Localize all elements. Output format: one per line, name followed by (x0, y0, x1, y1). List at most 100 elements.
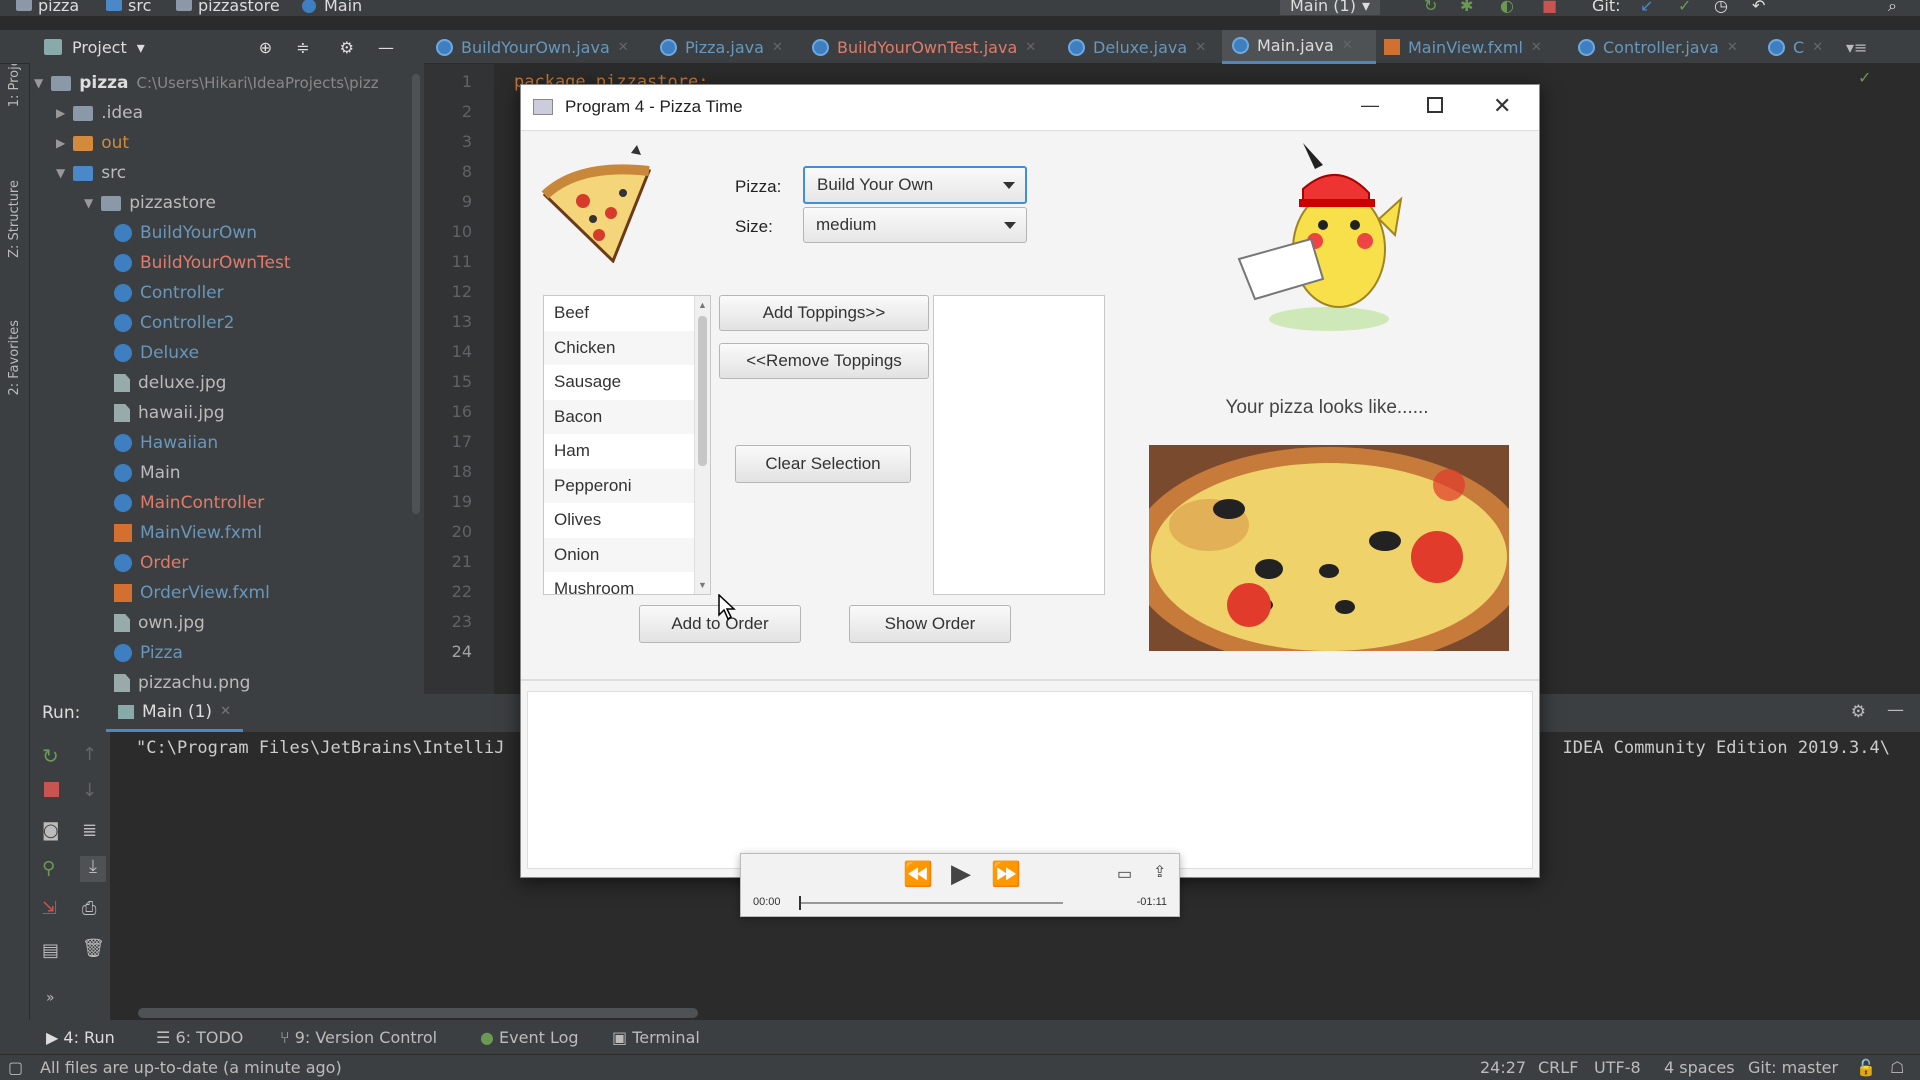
chevron-right-icon[interactable]: ▶ (56, 106, 65, 120)
chevron-down-icon[interactable]: ▾ (137, 38, 145, 57)
close-icon[interactable]: ✕ (1025, 40, 1036, 55)
tree-root-pizza[interactable]: ▼ pizza C:\Users\Hikari\IdeaProjects\pizz (34, 68, 379, 98)
coverage-icon[interactable]: ◐ (1500, 0, 1514, 15)
event-log-tool-button[interactable]: ● Event Log (480, 1028, 579, 1047)
tree-item-own-jpg[interactable]: own.jpg (114, 608, 205, 638)
close-icon[interactable]: ✕ (1727, 40, 1738, 55)
tree-item--idea[interactable]: ▶ .idea (56, 98, 143, 128)
hide-icon[interactable]: — (1887, 700, 1904, 720)
topping-item[interactable]: Chicken (544, 330, 694, 365)
close-icon[interactable]: ✕ (618, 40, 629, 55)
print-icon[interactable]: ⎙ (82, 898, 96, 919)
restore-layout-icon[interactable]: ⚲ (42, 858, 55, 879)
structure-tool-button[interactable]: Z: Structure (7, 180, 22, 258)
breadcrumb-item[interactable]: pizzastore (176, 0, 280, 15)
version-control-tool-button[interactable]: ⑂ 9: Version Control (280, 1028, 437, 1047)
stop-icon[interactable]: ■ (1542, 0, 1557, 15)
close-icon[interactable]: ✕ (1195, 40, 1206, 55)
breadcrumb-item[interactable]: pizza (16, 0, 79, 15)
minimize-icon[interactable]: — (1361, 95, 1379, 116)
topping-item[interactable]: Onion (544, 537, 694, 572)
share-icon[interactable]: ⇪ (1153, 862, 1166, 882)
tree-item-buildyourowntest[interactable]: BuildYourOwnTest (114, 248, 291, 278)
tab-buildyourown-java[interactable]: BuildYourOwn.java ✕ (434, 30, 648, 64)
build-icon[interactable]: ↻ (1424, 0, 1437, 15)
tree-item-controller[interactable]: Controller (114, 278, 224, 308)
tree-item-mainview-fxml[interactable]: MainView.fxml (114, 518, 262, 548)
exit-icon[interactable]: ⇲ (42, 898, 57, 919)
tab-pizza-java[interactable]: Pizza.java ✕ (660, 30, 806, 64)
topping-item[interactable]: Sausage (544, 365, 694, 400)
trash-icon[interactable]: 🗑 (82, 938, 105, 959)
topping-item[interactable]: Mushroom (544, 572, 694, 594)
play-icon[interactable]: ▶ (951, 858, 971, 889)
run-config-select[interactable]: Main (1) ▾ (1280, 0, 1380, 15)
fast-forward-icon[interactable]: ⏩ (991, 860, 1021, 889)
tab-mainview-fxml[interactable]: MainView.fxml ✕ (1384, 30, 1552, 64)
show-order-button[interactable]: Show Order (849, 605, 1011, 643)
down-icon[interactable]: ↓ (82, 780, 97, 801)
tab-buildyourowntest-java[interactable]: BuildYourOwnTest.java ✕ (812, 30, 1062, 64)
window-title-bar[interactable]: Program 4 - Pizza Time — ✕ (521, 85, 1539, 131)
topping-item[interactable]: Bacon (544, 399, 694, 434)
airplay-icon[interactable]: ▭ (1117, 864, 1132, 884)
close-icon[interactable]: ✕ (1812, 40, 1823, 55)
tree-item-buildyourown[interactable]: BuildYourOwn (114, 218, 257, 248)
tree-item-maincontroller[interactable]: MainController (114, 488, 264, 518)
available-toppings-list[interactable]: Beef Chicken Sausage Bacon Ham Pepperoni Olive… (543, 295, 711, 595)
status-icon[interactable]: ▢ (8, 1058, 23, 1077)
tree-item-pizza[interactable]: Pizza (114, 638, 183, 668)
camera-icon[interactable]: ◙ (42, 820, 59, 841)
tree-item-out[interactable]: ▶ out (56, 128, 129, 158)
breadcrumb-item[interactable]: Main (302, 0, 362, 15)
rerun-icon[interactable]: ↻ (42, 744, 59, 768)
up-icon[interactable]: ↑ (82, 744, 97, 765)
topping-item[interactable]: Beef (544, 296, 694, 331)
git-commit-icon[interactable]: ✓ (1678, 0, 1691, 15)
list-scrollbar[interactable]: ▲ ▼ (694, 296, 710, 594)
scrollbar-thumb[interactable] (698, 316, 707, 466)
close-icon[interactable]: ✕ (1342, 38, 1353, 53)
topping-item[interactable]: Olives (544, 503, 694, 538)
more-icon[interactable]: » (46, 990, 55, 1006)
stop-icon[interactable] (44, 782, 59, 797)
layout-icon[interactable]: ▤ (42, 940, 59, 961)
close-icon[interactable]: ✕ (772, 40, 783, 55)
tab-run-main[interactable]: Main (1) ✕ (106, 694, 243, 732)
git-update-icon[interactable]: ↙ (1640, 0, 1653, 15)
pizza-type-select[interactable]: Build Your Own (803, 166, 1027, 204)
order-output-area[interactable] (527, 691, 1533, 869)
pizza-size-select[interactable]: medium (803, 207, 1027, 243)
tab-overflow-icon[interactable]: ▾≡ (1846, 30, 1867, 64)
horizontal-scrollbar[interactable] (138, 1008, 698, 1018)
tab-c[interactable]: C ✕ (1768, 30, 1828, 64)
gear-icon[interactable]: ⚙ (340, 38, 354, 57)
chevron-down-icon[interactable]: ▼ (84, 196, 93, 210)
soft-wrap-icon[interactable]: ≣ (82, 820, 97, 841)
tree-item-deluxe-jpg[interactable]: deluxe.jpg (114, 368, 226, 398)
close-icon[interactable]: ✕ (1493, 93, 1511, 119)
locate-icon[interactable]: ⊕ (259, 38, 272, 57)
favorites-tool-button[interactable]: 2: Favorites (7, 320, 22, 396)
collapse-icon[interactable]: ≑ (296, 38, 309, 57)
maximize-icon[interactable] (1427, 97, 1443, 113)
git-branch[interactable]: Git: master (1748, 1058, 1838, 1077)
debug-icon[interactable]: ✱ (1460, 0, 1473, 15)
file-encoding[interactable]: UTF-8 (1594, 1058, 1641, 1077)
breadcrumb-item[interactable]: src (106, 0, 151, 15)
tree-item-orderview-fxml[interactable]: OrderView.fxml (114, 578, 270, 608)
terminal-tool-button[interactable]: ▣ Terminal (612, 1028, 700, 1047)
notifications-icon[interactable]: ☖ (1890, 1058, 1904, 1077)
tab-controller-java[interactable]: Controller.java ✕ (1578, 30, 1742, 64)
remove-toppings-button[interactable]: <<Remove Toppings (719, 343, 929, 379)
tree-item-src[interactable]: ▼ src (56, 158, 126, 188)
revert-icon[interactable]: ↶ (1752, 0, 1765, 15)
chevron-down-icon[interactable]: ▼ (34, 76, 43, 90)
video-scrubber-track[interactable] (799, 896, 1063, 910)
topping-item[interactable]: Ham (544, 434, 694, 469)
search-icon[interactable]: ⌕ (1888, 0, 1897, 16)
topping-item[interactable]: Pepperoni (544, 468, 694, 503)
gear-icon[interactable]: ⚙ (1851, 702, 1866, 722)
tree-item-order[interactable]: Order (114, 548, 188, 578)
selected-toppings-list[interactable] (933, 295, 1105, 595)
